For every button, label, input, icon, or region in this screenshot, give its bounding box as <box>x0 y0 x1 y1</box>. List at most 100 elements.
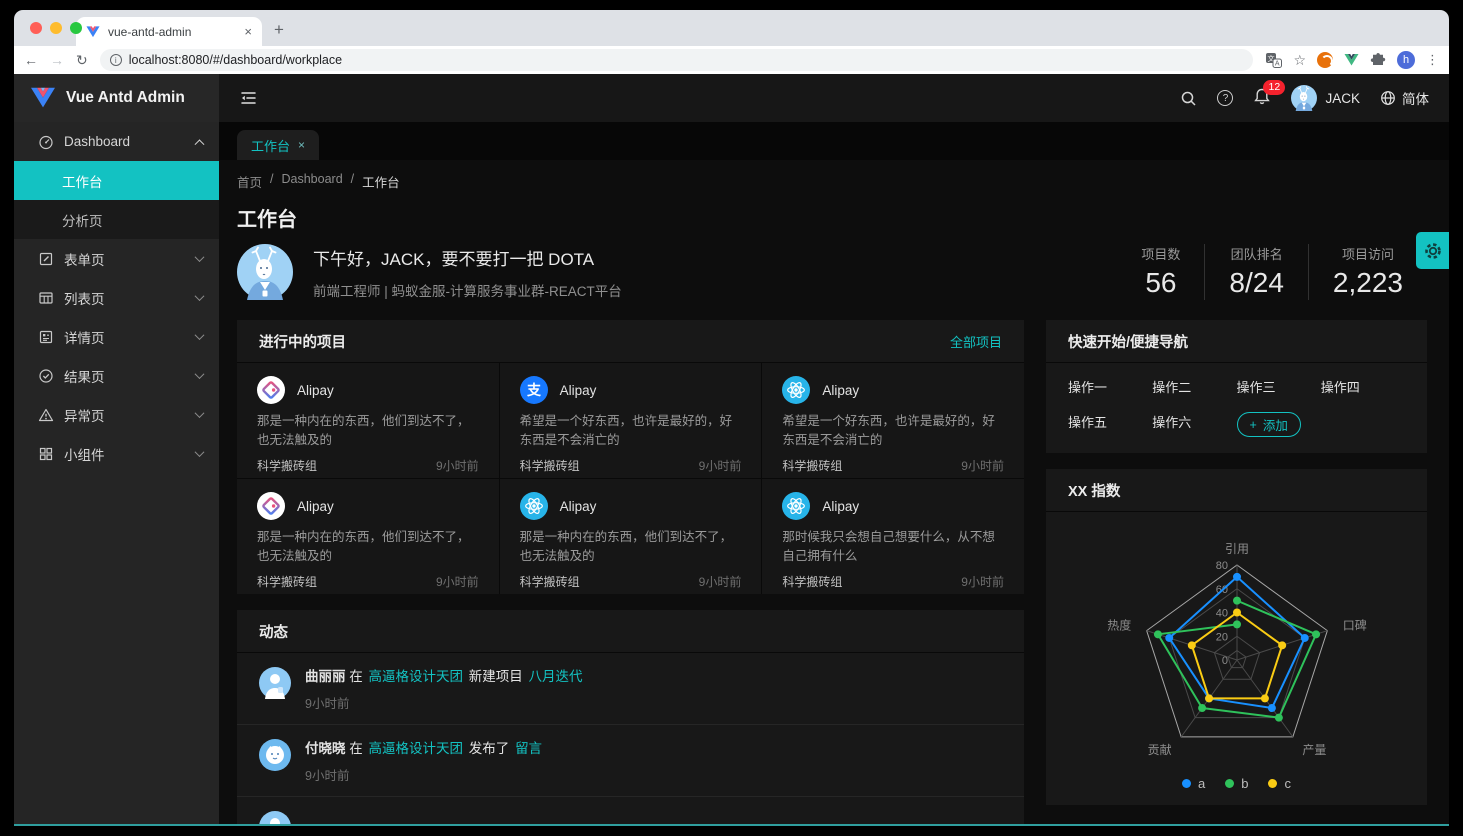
extensions-puzzle-icon[interactable] <box>1370 52 1386 68</box>
quick-nav-link[interactable]: 操作二 <box>1152 377 1236 396</box>
tab-label: 工作台 <box>251 136 290 155</box>
activity-team-link[interactable]: 高逼格设计天团 <box>369 741 464 756</box>
settings-button[interactable] <box>1416 232 1449 269</box>
search-icon[interactable] <box>1180 90 1197 107</box>
browser-menu-icon[interactable]: ⋮ <box>1426 52 1439 68</box>
project-name[interactable]: Alipay <box>560 499 597 514</box>
site-info-icon[interactable]: i <box>110 54 122 66</box>
minimize-window-button[interactable] <box>50 22 62 34</box>
project-desc: 希望是一个好东西，也许是最好的，好东西是不会消亡的 <box>782 412 1004 450</box>
legend-dot <box>1182 779 1191 788</box>
sidebar-item-exception[interactable]: 异常页 <box>14 395 219 434</box>
project-card[interactable]: Alipay 希望是一个好东西，也许是最好的，好东西是不会消亡的 科学搬砖组 9… <box>762 363 1024 478</box>
close-window-button[interactable] <box>30 22 42 34</box>
svg-text:热度: 热度 <box>1107 618 1131 633</box>
legend-item[interactable]: b <box>1225 776 1248 791</box>
sidebar-item-analysis[interactable]: 分析页 <box>14 200 219 239</box>
project-card[interactable]: Alipay 那是一种内在的东西，他们到达不了，也无法触及的 科学搬砖组 9小时… <box>500 479 762 594</box>
projects-title: 进行中的项目 <box>259 331 346 352</box>
table-icon <box>38 290 54 306</box>
project-time: 9小时前 <box>436 573 479 590</box>
user-menu[interactable]: JACK <box>1291 85 1360 111</box>
all-projects-link[interactable]: 全部项目 <box>950 332 1002 351</box>
sidebar-item-dashboard[interactable]: Dashboard <box>14 122 219 161</box>
bookmark-star-icon[interactable]: ☆ <box>1293 52 1306 69</box>
chevron-down-icon <box>195 330 205 340</box>
svg-text:口碑: 口碑 <box>1342 618 1366 633</box>
activity-target-link[interactable]: 八月迭代 <box>529 669 583 684</box>
translate-icon[interactable]: 文 A <box>1265 52 1282 69</box>
project-card[interactable]: Alipay 那是一种内在的东西，他们到达不了，也无法触及的 科学搬砖组 9小时… <box>237 479 499 594</box>
tab-workplace[interactable]: 工作台 × <box>237 130 319 160</box>
quick-nav-link[interactable]: 操作五 <box>1068 412 1152 437</box>
project-name[interactable]: Alipay <box>822 499 859 514</box>
breadcrumb-dashboard[interactable]: Dashboard <box>282 172 343 191</box>
project-group[interactable]: 科学搬砖组 <box>520 573 580 590</box>
notification-badge: 12 <box>1263 80 1285 95</box>
project-card[interactable]: Alipay 那时候我只会想自己想要什么，从不想自己拥有什么 科学搬砖组 9小时… <box>762 479 1024 594</box>
activity-user[interactable]: 付晓晓 <box>305 741 346 756</box>
svg-text:A: A <box>1275 60 1280 67</box>
project-name[interactable]: Alipay <box>297 383 334 398</box>
menu-collapse-icon[interactable] <box>239 89 258 107</box>
project-name[interactable]: Alipay <box>560 383 597 398</box>
notification-bell[interactable]: 12 <box>1253 87 1271 110</box>
legend-dot <box>1268 779 1277 788</box>
quick-nav-link[interactable]: 操作四 <box>1321 377 1405 396</box>
help-icon[interactable]: ? <box>1217 90 1233 106</box>
tab-close-icon[interactable]: × <box>244 24 252 39</box>
project-group[interactable]: 科学搬砖组 <box>520 457 580 474</box>
window-controls[interactable] <box>30 22 82 34</box>
project-desc: 那是一种内在的东西，他们到达不了，也无法触及的 <box>257 412 479 450</box>
quick-nav-link[interactable]: 操作六 <box>1152 412 1236 437</box>
legend-item[interactable]: a <box>1182 776 1205 791</box>
sidebar-item-workplace[interactable]: 工作台 <box>14 161 219 200</box>
app-logo[interactable]: Vue Antd Admin <box>14 74 219 122</box>
chevron-down-icon <box>195 447 205 457</box>
browser-tab-strip: vue-antd-admin × + <box>14 10 1449 46</box>
project-group[interactable]: 科学搬砖组 <box>782 457 842 474</box>
tab-close-icon[interactable]: × <box>298 138 305 152</box>
project-group[interactable]: 科学搬砖组 <box>257 573 317 590</box>
breadcrumb-home[interactable]: 首页 <box>237 172 262 191</box>
sidebar-item-detail[interactable]: 详情页 <box>14 317 219 356</box>
activity-target-link[interactable]: 留言 <box>515 741 542 756</box>
back-button[interactable]: ← <box>24 52 38 68</box>
url-field[interactable]: i localhost:8080/#/dashboard/workplace <box>100 49 1254 71</box>
legend-dot <box>1225 779 1234 788</box>
quick-nav-link[interactable]: 操作一 <box>1068 377 1152 396</box>
reload-button[interactable]: ↻ <box>76 52 88 69</box>
project-card[interactable]: 支 Alipay 希望是一个好东西，也许是最好的，好东西是不会消亡的 科学搬砖组… <box>500 363 762 478</box>
sidebar-item-widgets[interactable]: 小组件 <box>14 434 219 473</box>
activity-title: 动态 <box>259 621 288 642</box>
project-name[interactable]: Alipay <box>297 499 334 514</box>
activity-user[interactable]: 曲丽丽 <box>305 669 346 684</box>
sidebar-item-label: 详情页 <box>64 327 105 347</box>
sidebar-item-result[interactable]: 结果页 <box>14 356 219 395</box>
add-button[interactable]: + 添加 <box>1237 412 1301 437</box>
quick-nav-link[interactable]: 操作三 <box>1237 377 1321 396</box>
legend-item[interactable]: c <box>1268 776 1291 791</box>
project-desc: 那时候我只会想自己想要什么，从不想自己拥有什么 <box>782 528 1004 566</box>
sidebar-item-list[interactable]: 列表页 <box>14 278 219 317</box>
sidebar-item-form[interactable]: 表单页 <box>14 239 219 278</box>
vue-extension-icon[interactable] <box>1344 53 1359 67</box>
maximize-window-button[interactable] <box>70 22 82 34</box>
language-switcher[interactable]: 简体 <box>1380 88 1429 108</box>
extension-orange-icon[interactable] <box>1317 52 1333 68</box>
browser-profile-avatar[interactable]: h <box>1397 51 1415 69</box>
new-tab-button[interactable]: + <box>274 20 284 40</box>
activity-team-link[interactable]: 高逼格设计天团 <box>369 669 464 684</box>
app-header: ? 12 JACK <box>219 74 1449 122</box>
url-text: localhost:8080/#/dashboard/workplace <box>129 53 342 67</box>
user-name: JACK <box>1325 91 1360 106</box>
project-group[interactable]: 科学搬砖组 <box>257 457 317 474</box>
sidebar-item-label: 结果页 <box>64 366 105 386</box>
browser-tab[interactable]: vue-antd-admin × <box>76 17 262 46</box>
project-time: 9小时前 <box>699 573 742 590</box>
sidebar: Vue Antd Admin Dashboard 工作台 分析页 <box>14 74 219 824</box>
project-group[interactable]: 科学搬砖组 <box>782 573 842 590</box>
project-card[interactable]: Alipay 那是一种内在的东西，他们到达不了，也无法触及的 科学搬砖组 9小时… <box>237 363 499 478</box>
project-name[interactable]: Alipay <box>822 383 859 398</box>
forward-button[interactable]: → <box>50 52 64 68</box>
